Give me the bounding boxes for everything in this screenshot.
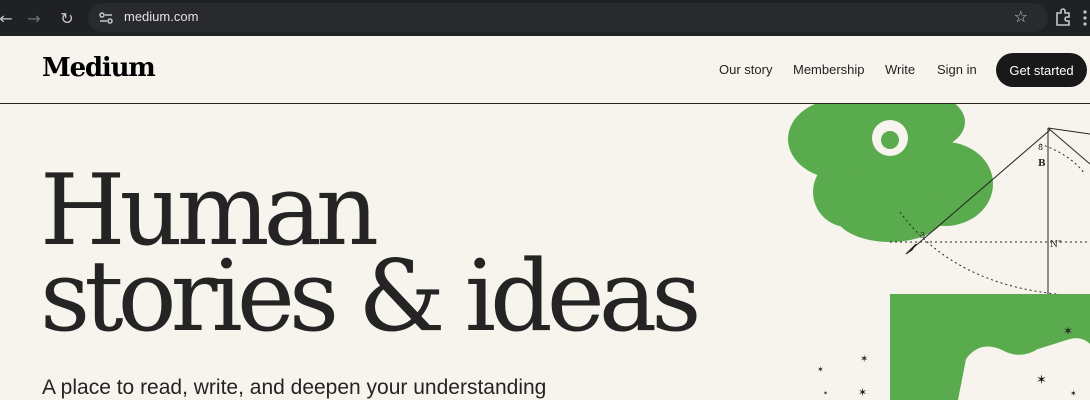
svg-text:✶: ✶ — [858, 386, 867, 399]
diagram-label-3: 3 — [920, 231, 925, 240]
extensions-icon[interactable] — [1052, 6, 1074, 28]
nav-our-story[interactable]: Our story — [719, 62, 772, 77]
diagram-label-n: N" — [1050, 240, 1062, 250]
site-header: Medium Our story Membership Write Sign i… — [0, 36, 1090, 104]
site-info-icon[interactable] — [98, 10, 114, 26]
get-started-button[interactable]: Get started — [996, 53, 1087, 87]
browser-toolbar: ← → ↻ medium.com ☆ — [0, 0, 1090, 36]
nav-membership[interactable]: Membership — [793, 62, 865, 77]
svg-text:✶: ✶ — [817, 365, 824, 374]
svg-text:✶: ✶ — [1070, 389, 1077, 398]
nav-sign-in[interactable]: Sign in — [937, 62, 977, 77]
url-text[interactable]: medium.com — [124, 9, 198, 24]
more-menu-icon[interactable] — [1080, 8, 1090, 28]
hero-illustration: B N" E 3 8 ✶ ✶ ✶ ✶ ✶ ✶ ✶ — [788, 104, 1090, 400]
flower-center — [872, 120, 908, 156]
bookmark-star-icon[interactable]: ☆ — [1014, 7, 1028, 26]
svg-text:✶: ✶ — [1036, 373, 1047, 388]
reload-icon[interactable]: ↻ — [55, 6, 79, 30]
medium-logo[interactable]: Medium — [42, 53, 156, 83]
forward-icon[interactable]: → — [22, 6, 46, 30]
nav-write[interactable]: Write — [885, 62, 915, 77]
svg-text:✶: ✶ — [1063, 324, 1073, 338]
diagram-label-b: B — [1038, 159, 1046, 169]
svg-text:✶: ✶ — [823, 390, 828, 397]
back-icon[interactable]: ← — [0, 6, 18, 30]
hero-title-line-2: stories & ideas — [40, 240, 701, 354]
hero-subtitle: A place to read, write, and deepen your … — [42, 376, 547, 399]
svg-text:✶: ✶ — [860, 354, 868, 365]
address-bar[interactable]: medium.com ☆ — [88, 3, 1048, 32]
diagram-label-8: 8 — [1038, 143, 1043, 152]
